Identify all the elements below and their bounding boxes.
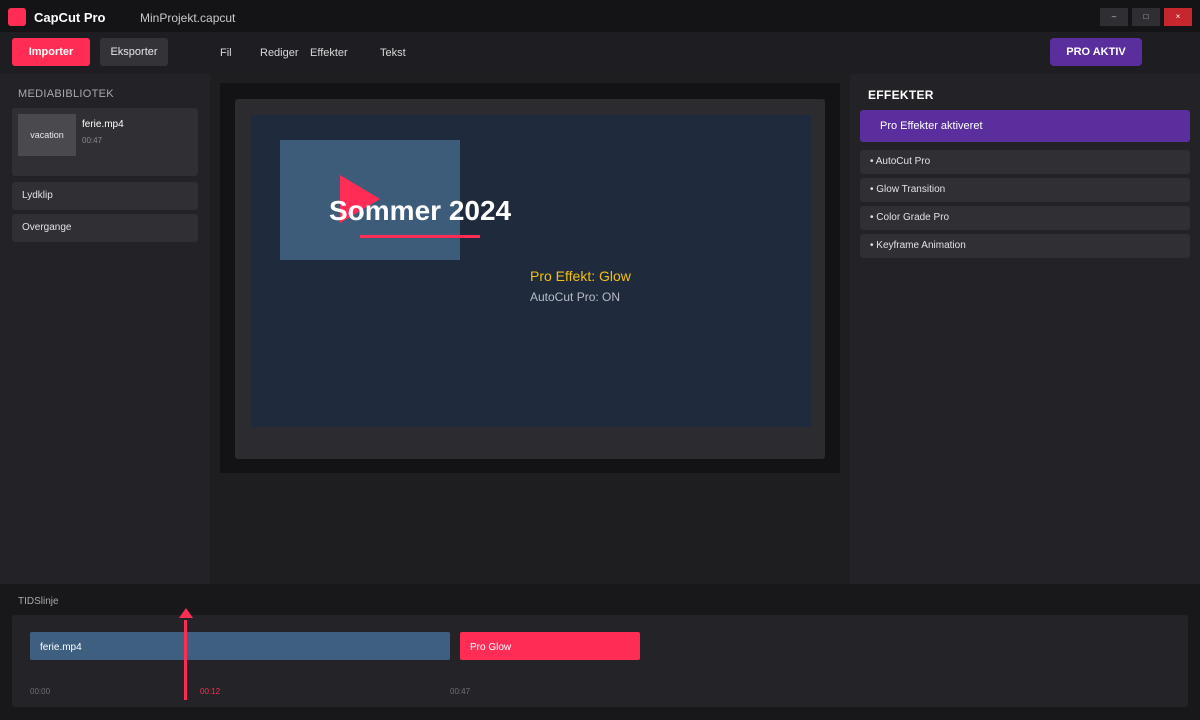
- autocut-status: AutoCut Pro: ON: [530, 290, 621, 304]
- playhead-marker-icon[interactable]: [179, 608, 193, 618]
- preview-area: Sommer 2024 Pro Effekt: Glow AutoCut Pro…: [210, 74, 850, 584]
- media-duration: 00:47: [82, 136, 103, 145]
- pro-active-button[interactable]: PRO AKTIV: [1050, 38, 1142, 66]
- preview-title-text[interactable]: Sommer 2024: [329, 195, 511, 227]
- timeline-heading: TIDSlinje: [18, 596, 59, 607]
- close-button[interactable]: ×: [1164, 8, 1192, 26]
- effects-panel: EFFEKTER Pro Effekter aktiveret • AutoCu…: [850, 74, 1200, 584]
- pro-effects-banner[interactable]: Pro Effekter aktiveret: [860, 110, 1190, 142]
- menu-edit[interactable]: Rediger: [260, 47, 299, 59]
- media-library-panel: MEDIABIBLIOTEK vacation ferie.mp4 00:47 …: [0, 74, 210, 584]
- timeline-clip-video[interactable]: ferie.mp4: [30, 632, 450, 660]
- media-library-heading: MEDIABIBLIOTEK: [18, 88, 114, 100]
- effect-autocut-pro[interactable]: • AutoCut Pro: [860, 150, 1190, 174]
- effect-color-grade-pro[interactable]: • Color Grade Pro: [860, 206, 1190, 230]
- export-button[interactable]: Eksporter: [100, 38, 168, 66]
- preview-frame: Sommer 2024 Pro Effekt: Glow AutoCut Pro…: [235, 99, 825, 459]
- media-thumbnail: vacation: [18, 114, 76, 156]
- preview-canvas[interactable]: Sommer 2024 Pro Effekt: Glow AutoCut Pro…: [251, 115, 811, 427]
- project-file-name: MinProjekt.capcut: [140, 11, 236, 25]
- main-toolbar: Importer Eksporter Fil Rediger Effekter …: [0, 32, 1200, 74]
- title-underline: [360, 235, 480, 238]
- effects-heading: EFFEKTER: [868, 88, 934, 102]
- effect-keyframe-animation[interactable]: • Keyframe Animation: [860, 234, 1190, 258]
- media-item[interactable]: vacation ferie.mp4 00:47: [12, 108, 198, 176]
- media-file-name: ferie.mp4: [82, 119, 124, 130]
- menu-text[interactable]: Tekst: [380, 47, 406, 59]
- app-name: CapCut Pro: [34, 10, 106, 25]
- timeline-track-area[interactable]: ferie.mp4 Pro Glow 00:00 00:12 00:47: [12, 615, 1188, 707]
- time-end-label: 00:47: [450, 687, 471, 696]
- time-start-label: 00:00: [30, 687, 51, 696]
- section-transitions[interactable]: Overgange: [12, 214, 198, 242]
- preview-viewport: Sommer 2024 Pro Effekt: Glow AutoCut Pro…: [220, 83, 840, 473]
- menu-effects[interactable]: Effekter: [310, 47, 348, 59]
- section-audio-clips[interactable]: Lydklip: [12, 182, 198, 210]
- effect-glow-transition[interactable]: • Glow Transition: [860, 178, 1190, 202]
- playhead[interactable]: [184, 620, 187, 700]
- title-bar: CapCut Pro MinProjekt.capcut – □ ×: [0, 0, 1200, 32]
- media-thumbnail-label: vacation: [30, 130, 64, 140]
- minimize-button[interactable]: –: [1100, 8, 1128, 26]
- app-logo-icon: [8, 8, 26, 26]
- time-current-label: 00:12: [200, 687, 221, 696]
- timeline-panel: TIDSlinje ferie.mp4 Pro Glow 00:00 00:12…: [0, 584, 1200, 720]
- import-button[interactable]: Importer: [12, 38, 90, 66]
- timeline-clip-effect[interactable]: Pro Glow: [460, 632, 640, 660]
- menu-file[interactable]: Fil: [220, 47, 232, 59]
- pro-effect-label: Pro Effekt: Glow: [530, 268, 631, 284]
- maximize-button[interactable]: □: [1132, 8, 1160, 26]
